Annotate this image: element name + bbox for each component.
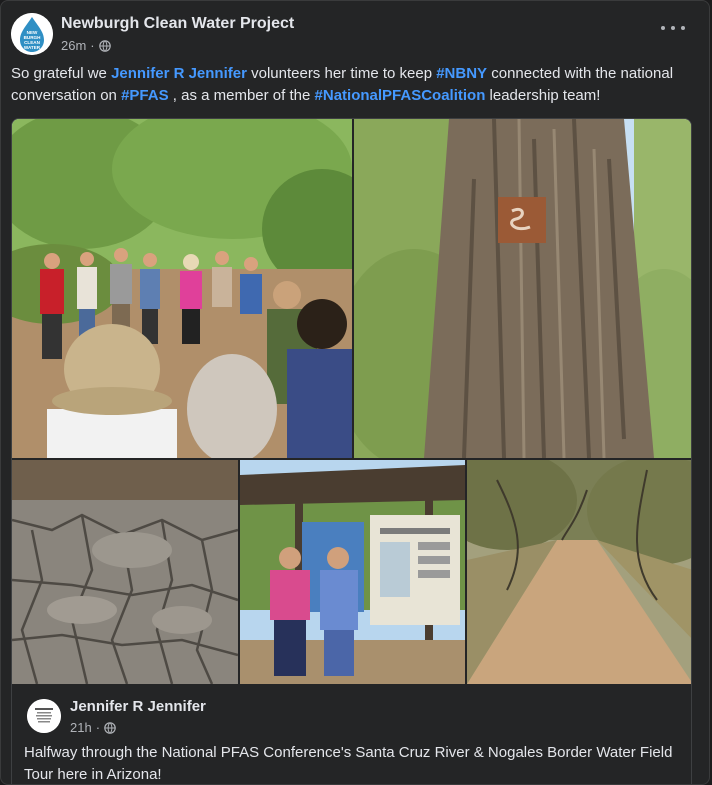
- globe-icon[interactable]: [104, 721, 116, 734]
- more-dot-icon: [671, 26, 675, 30]
- shared-meta: 21h ·: [70, 720, 116, 735]
- author-avatar-icon: [27, 699, 61, 733]
- photo-tree-trail-marker-image: [354, 119, 691, 458]
- mention-link[interactable]: Jennifer R Jennifer: [111, 65, 247, 82]
- shared-author-avatar[interactable]: [27, 699, 61, 733]
- more-dot-icon: [681, 26, 685, 30]
- photo-cracked-riverbed-image: [12, 460, 238, 684]
- shared-post-card: Jennifer R Jennifer 21h · Halfway throug…: [11, 118, 692, 784]
- avatar-logo-line-4: WATER: [24, 45, 41, 50]
- meta-separator: ·: [95, 720, 101, 735]
- shared-post-text: Halfway through the National PFAS Confer…: [24, 744, 673, 783]
- post-text: So grateful we Jennifer R Jennifer volun…: [11, 63, 701, 107]
- post-card: NEW BURGH CLEAN WATER Newburgh Clean Wat…: [0, 0, 710, 785]
- shared-author-name[interactable]: Jennifer R Jennifer: [70, 698, 206, 715]
- post-text-part: So grateful we: [11, 65, 112, 82]
- water-drop-logo-icon: NEW BURGH CLEAN WATER: [11, 13, 53, 55]
- photo-dirt-trail-image: [467, 460, 691, 684]
- post-meta: 26m ·: [61, 38, 111, 53]
- post-text-part: leadership team!: [485, 87, 601, 104]
- photo-group-tour-image: [12, 119, 352, 458]
- more-dot-icon: [661, 26, 665, 30]
- more-options-icon[interactable]: [661, 21, 685, 35]
- meta-separator: ·: [90, 38, 95, 53]
- post-text-part: , as a member of the: [168, 87, 315, 104]
- photo-tree-trail-marker[interactable]: [354, 119, 691, 458]
- post-text-part: volunteers her time to keep: [246, 65, 437, 82]
- photo-cracked-riverbed[interactable]: [12, 460, 238, 684]
- photo-two-women-kiosk-image: [240, 460, 465, 684]
- page-avatar[interactable]: NEW BURGH CLEAN WATER: [11, 13, 53, 55]
- hashtag-link[interactable]: #NBNY: [436, 65, 487, 82]
- globe-icon[interactable]: [98, 39, 111, 52]
- photo-dirt-trail[interactable]: [467, 460, 691, 684]
- shared-timestamp[interactable]: 21h: [70, 720, 92, 735]
- hashtag-link[interactable]: #PFAS: [121, 87, 169, 104]
- hashtag-link[interactable]: #NationalPFASCoalition: [315, 87, 486, 104]
- page-name-link[interactable]: Newburgh Clean Water Project: [61, 15, 294, 33]
- photo-group-tour[interactable]: [12, 119, 352, 458]
- photo-two-women-kiosk[interactable]: [240, 460, 465, 684]
- post-timestamp[interactable]: 26m: [61, 38, 86, 53]
